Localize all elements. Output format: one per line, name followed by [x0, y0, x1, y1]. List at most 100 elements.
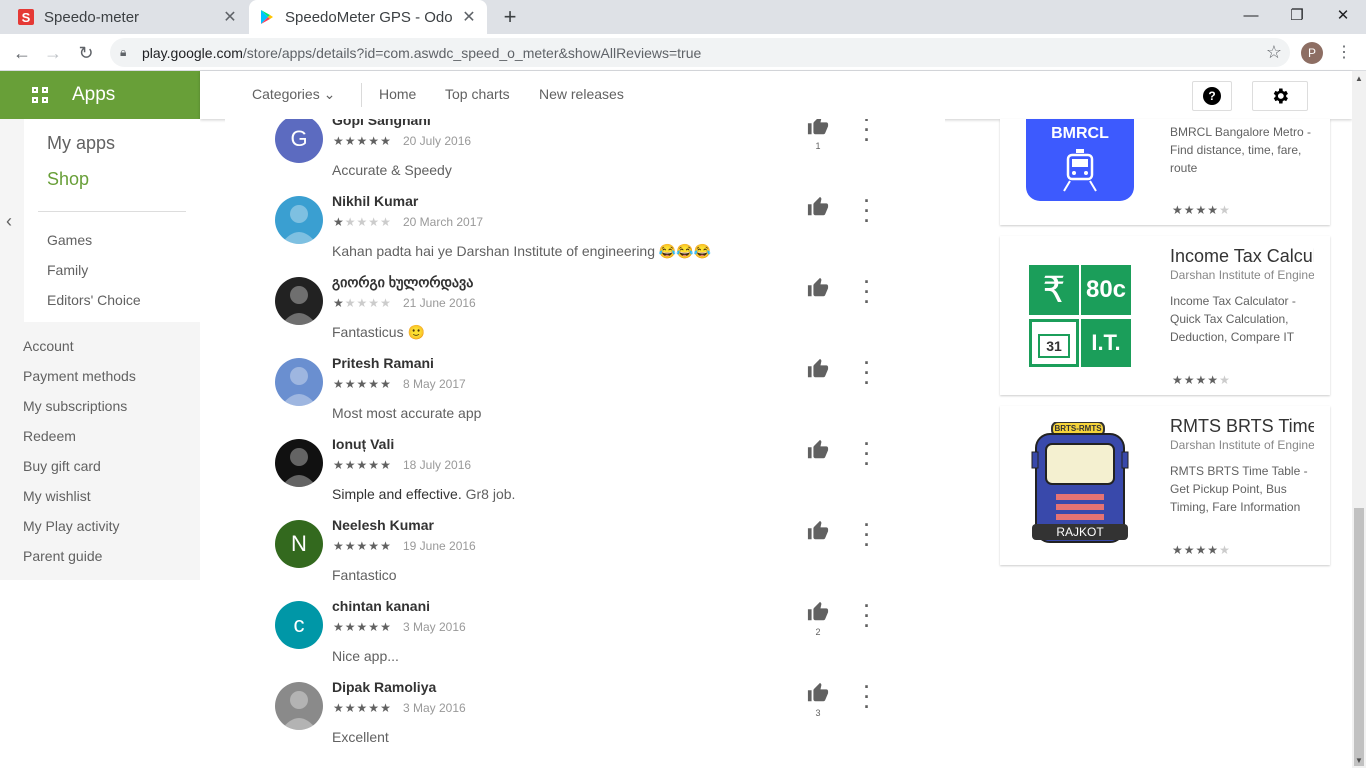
back-arrow-icon[interactable]: ← [9, 40, 35, 66]
review-text: Fantastico [332, 567, 397, 583]
settings-button[interactable] [1252, 81, 1308, 111]
similar-app-card[interactable]: BMRCL BMRCL Bangalore Metro - Find dista… [1000, 119, 1330, 225]
sidebar-item-family[interactable]: Family [47, 262, 88, 278]
close-window-button[interactable]: ✕ [1320, 0, 1366, 34]
review-text: Excellent [332, 729, 389, 745]
new-tab-button[interactable]: + [498, 4, 522, 30]
app-rating-stars: ★★★★★ [1172, 373, 1231, 387]
close-tab-icon[interactable]: ✕ [218, 7, 242, 27]
more-options-icon[interactable]: · · · [859, 354, 875, 392]
avatar[interactable]: c [275, 601, 323, 649]
sidebar-item-redeem[interactable]: Redeem [23, 428, 76, 444]
sidebar-item-parent-guide[interactable]: Parent guide [23, 548, 102, 564]
reviews-panel: G Gopi Sanghani ★★★★★ 20 July 2016 Accurate … [225, 119, 945, 768]
sidebar-item-account[interactable]: Account [23, 338, 74, 354]
sidebar-my-apps[interactable]: My apps [47, 133, 115, 154]
play-top-nav: Categories ⌄ Home Top charts New release… [200, 71, 1352, 119]
avatar[interactable] [275, 277, 323, 325]
thumbs-up-icon[interactable] [807, 119, 829, 137]
reviewer-name[interactable]: Ionuț Vali [332, 436, 394, 452]
app-rating-stars: ★★★★★ [1172, 203, 1231, 217]
help-button[interactable]: ? [1192, 81, 1232, 111]
review-rating-stars: ★★★★★ [333, 620, 392, 634]
close-tab-icon[interactable]: ✕ [457, 7, 481, 27]
apps-header-block[interactable]: Apps [0, 71, 200, 119]
app-developer[interactable]: Darshan Institute of Engineering [1170, 268, 1314, 282]
browser-tab-speedo-meter[interactable]: S Speedo-meter ✕ [0, 0, 248, 34]
avatar[interactable] [275, 682, 323, 730]
reviewer-name[interactable]: გიორგი ხულორდავა [332, 274, 473, 291]
app-title[interactable]: Income Tax Calculator [1170, 246, 1314, 267]
thumbs-up-icon[interactable] [807, 682, 829, 704]
avatar[interactable]: N [275, 520, 323, 568]
review-rating-stars: ★★★★★ [333, 134, 392, 148]
similar-app-card[interactable]: ₹ 80c 31 I.T. Income Tax Calculator Dars… [1000, 236, 1330, 395]
more-options-icon[interactable]: · · · [859, 678, 875, 716]
avatar[interactable] [275, 358, 323, 406]
sidebar-item-my-wishlist[interactable]: My wishlist [23, 488, 91, 504]
more-options-icon[interactable]: · · · [859, 273, 875, 311]
sidebar-collapse-button[interactable]: ‹ [0, 119, 24, 322]
sidebar-item-my-play-activity[interactable]: My Play activity [23, 518, 119, 534]
sidebar-item-buy-gift-card[interactable]: Buy gift card [23, 458, 101, 474]
thumbs-up-icon[interactable] [807, 196, 829, 218]
app-description: BMRCL Bangalore Metro - Find distance, t… [1170, 125, 1311, 175]
review-text: Kahan padta hai ye Darshan Institute of … [332, 243, 712, 259]
sidebar-item-editors-choice[interactable]: Editors' Choice [47, 292, 141, 308]
bus-sign-text: BRTS-RMTS [1054, 424, 1102, 433]
thumbs-up-icon[interactable] [807, 439, 829, 461]
more-options-icon[interactable]: · · · [859, 119, 875, 149]
sidebar-item-my-subscriptions[interactable]: My subscriptions [23, 398, 127, 414]
thumbs-up-icon[interactable] [807, 601, 829, 623]
scrollbar-thumb[interactable] [1354, 508, 1364, 766]
sidebar-shop[interactable]: Shop [47, 169, 89, 190]
sidebar-item-payment-methods[interactable]: Payment methods [23, 368, 136, 384]
review-rating-stars: ★★★★★ [333, 296, 392, 310]
reviewer-name[interactable]: Pritesh Ramani [332, 355, 434, 371]
avatar[interactable]: G [275, 119, 323, 163]
browser-menu-icon[interactable]: ⋮ [1336, 42, 1352, 62]
reviewer-name[interactable]: Neelesh Kumar [332, 517, 434, 533]
lock-icon: 🔒︎ [120, 45, 127, 59]
reviewer-name[interactable]: Nikhil Kumar [332, 193, 418, 209]
maximize-button[interactable]: ❐ [1274, 0, 1320, 34]
forward-arrow-icon[interactable]: → [40, 40, 66, 66]
more-options-icon[interactable]: · · · [859, 597, 875, 635]
similar-app-card[interactable]: BRTS-RMTS RAJKOT RMTS BRTS Time Table Da… [1000, 406, 1330, 565]
bmrcl-icon-text: BMRCL [1051, 125, 1109, 142]
scroll-up-arrow-icon[interactable]: ▲ [1355, 74, 1363, 83]
nav-top-charts[interactable]: Top charts [445, 86, 510, 102]
address-bar[interactable]: 🔒︎ play.google.com/store/apps/details?id… [110, 38, 1290, 67]
nav-divider [361, 83, 362, 107]
bookmark-star-icon[interactable]: ☆ [1266, 42, 1282, 63]
review-date: 8 May 2017 [403, 377, 466, 391]
app-title[interactable]: RMTS BRTS Time Table [1170, 416, 1314, 437]
thumbs-up-icon[interactable] [807, 277, 829, 299]
nav-home[interactable]: Home [379, 86, 416, 102]
app-developer[interactable]: Darshan Institute of Engineering [1170, 438, 1314, 452]
reviewer-name[interactable]: Dipak Ramoliya [332, 679, 436, 695]
nav-new-releases[interactable]: New releases [539, 86, 624, 102]
thumbs-up-icon[interactable] [807, 358, 829, 380]
review-text: Accurate & Speedy [332, 162, 452, 178]
icon-it-text: I.T. [1081, 319, 1131, 367]
reviewer-name[interactable]: Gopi Sanghani [332, 119, 431, 128]
profile-avatar[interactable]: P [1301, 42, 1323, 64]
more-options-icon[interactable]: · · · [859, 516, 875, 554]
reviewer-name[interactable]: chintan kanani [332, 598, 430, 614]
review-row: G Gopi Sanghani ★★★★★ 20 July 2016 Accurate … [225, 119, 945, 196]
browser-tab-speedometer-gps[interactable]: SpeedoMeter GPS - Odo ✕ [249, 0, 487, 34]
minimize-button[interactable]: — [1228, 0, 1274, 34]
apps-grid-icon [32, 87, 48, 103]
scroll-down-arrow-icon[interactable]: ▼ [1355, 756, 1363, 765]
more-options-icon[interactable]: · · · [859, 435, 875, 473]
reload-icon[interactable]: ↻ [73, 40, 99, 66]
sidebar-item-games[interactable]: Games [47, 232, 92, 248]
avatar[interactable] [275, 196, 323, 244]
sidebar-account-menu: Account Payment methods My subscriptions… [0, 322, 200, 580]
avatar[interactable] [275, 439, 323, 487]
thumbs-up-icon[interactable] [807, 520, 829, 542]
categories-dropdown[interactable]: Categories ⌄ [252, 86, 335, 103]
more-options-icon[interactable]: · · · [859, 192, 875, 230]
page-scrollbar[interactable]: ▲ ▼ [1352, 71, 1366, 768]
